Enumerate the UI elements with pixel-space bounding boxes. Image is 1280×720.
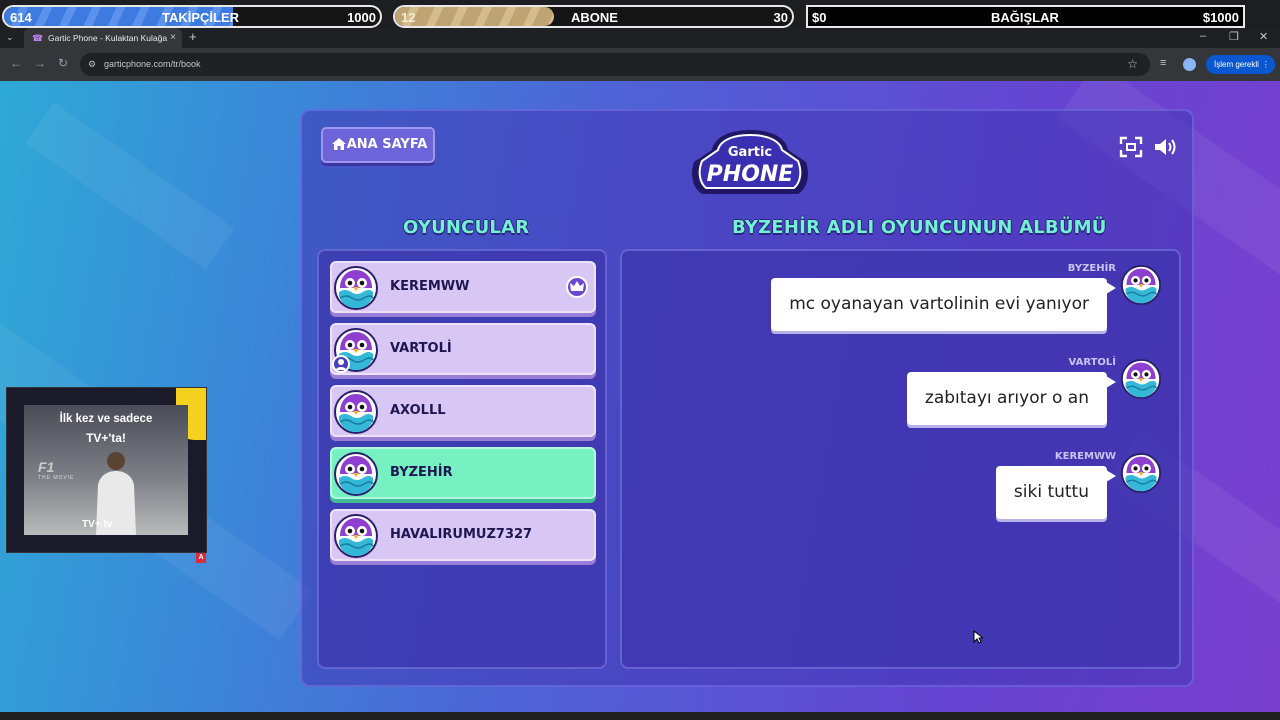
- bird-avatar-icon: [334, 266, 378, 310]
- minimize-icon[interactable]: –: [1200, 30, 1206, 42]
- donations-label: BAĞIŞLAR: [991, 10, 1059, 25]
- message-author: BYZEHİR: [1067, 263, 1116, 274]
- user-icon: [332, 355, 350, 373]
- message-bubble: mc oyanayan vartolinin evi yanıyor: [771, 278, 1116, 331]
- close-tab-icon[interactable]: ×: [170, 28, 176, 48]
- player-row[interactable]: KEREMWW: [330, 261, 596, 313]
- bookmark-star-icon[interactable]: ☆: [1127, 53, 1138, 76]
- player-row[interactable]: BYZEHİR: [330, 447, 596, 499]
- phone-favicon-icon: ☎: [32, 33, 44, 43]
- players-heading: OYUNCULAR: [403, 217, 530, 238]
- subscribers-count: 12: [401, 10, 416, 25]
- logo-phone-text: PHONE: [707, 162, 794, 187]
- bird-avatar-icon: [334, 514, 378, 558]
- followers-label: TAKİPÇİLER: [162, 10, 240, 25]
- message-author: VARTOLİ: [1068, 357, 1116, 368]
- tab-search-chevron-icon[interactable]: ⌄: [6, 32, 14, 43]
- action-required-label: İşlem gerekli: [1214, 60, 1259, 69]
- browser-toolbar: ← → ↻ ⚙ garticphone.com/tr/book ☆ ≡: [0, 48, 1280, 81]
- player-name: VARTOLİ: [390, 341, 452, 356]
- tab-title: Gartic Phone - Kulaktan Kulağa: [48, 33, 168, 43]
- player-row[interactable]: VARTOLİ: [330, 323, 596, 375]
- message-author: KEREMWW: [1054, 451, 1116, 462]
- restore-icon[interactable]: ❐: [1229, 30, 1239, 43]
- player-name: BYZEHİR: [390, 465, 453, 480]
- fullscreen-icon[interactable]: [1118, 135, 1144, 159]
- profile-avatar[interactable]: [1183, 58, 1196, 71]
- player-row[interactable]: HAVALIRUMUZ7327: [330, 509, 596, 561]
- bird-avatar-icon: [334, 390, 378, 434]
- f1-logo: F1: [38, 459, 55, 475]
- donations-goal: $1000: [1202, 10, 1239, 25]
- close-window-icon[interactable]: ✕: [1259, 30, 1268, 43]
- donations-goal-bar: $0 BAĞIŞLAR $1000: [806, 5, 1245, 28]
- bird-avatar-icon: [1121, 265, 1161, 305]
- followers-goal: 1000: [347, 10, 376, 25]
- bird-avatar-icon: [334, 452, 378, 496]
- ad-image: İlk kez ve sadece TV+'ta! F1 THE MOVIE T…: [24, 405, 188, 535]
- message-bubble: zabıtayı arıyor o an: [906, 372, 1117, 425]
- site-info-icon[interactable]: ⚙: [88, 53, 96, 76]
- sound-icon[interactable]: [1152, 135, 1178, 159]
- ad-badge: A: [196, 553, 206, 563]
- forward-icon[interactable]: →: [34, 56, 46, 70]
- media-controls-icon[interactable]: ≡: [1160, 57, 1166, 69]
- album-heading: BYZEHİR ADLI OYUNCUNUN ALBÜMÜ: [732, 217, 1107, 238]
- logo-gartic-text: Gartic: [728, 145, 772, 160]
- ad-brand: TV+ tv: [82, 519, 113, 530]
- gartic-phone-logo: Gartic PHONE: [692, 130, 808, 194]
- ad-subheadline: TV+'ta!: [86, 431, 126, 445]
- game-page: ANA SAYFA Gartic PHONE OYUNCULAR BYZEHİR…: [0, 81, 1280, 712]
- os-taskbar: [0, 712, 1280, 720]
- back-icon[interactable]: ←: [10, 56, 22, 70]
- subscribers-goal: 30: [773, 10, 788, 25]
- url-text: garticphone.com/tr/book: [104, 59, 201, 69]
- message-bubble: siki tuttu: [995, 466, 1117, 519]
- followers-count: 614: [10, 10, 32, 25]
- home-icon: [332, 138, 346, 150]
- mouse-cursor-icon: [973, 630, 983, 644]
- bird-avatar-icon: [1121, 453, 1161, 493]
- ad-headline: İlk kez ve sadece: [59, 413, 153, 425]
- player-row[interactable]: AXOLLL: [330, 385, 596, 437]
- players-list: KEREMWW VARTOLİ AXOLLL BYZEHİR HAVALIRUM…: [317, 249, 607, 669]
- action-required-button[interactable]: İşlem gerekli ⋮: [1206, 55, 1275, 74]
- bird-avatar-icon: [1121, 359, 1161, 399]
- subscribers-progress-fill: [395, 7, 554, 26]
- more-menu-icon[interactable]: ⋮: [1262, 55, 1270, 74]
- followers-goal-bar: 614 TAKİPÇİLER 1000: [2, 5, 382, 28]
- tab-gartic-phone[interactable]: ☎ Gartic Phone - Kulaktan Kulağa ×: [24, 28, 182, 48]
- address-bar[interactable]: ⚙ garticphone.com/tr/book ☆: [80, 53, 1150, 76]
- album-feed: BYZEHİR mc oyanayan vartolinin evi yanıyo…: [620, 249, 1181, 669]
- crown-icon: [566, 276, 588, 298]
- new-tab-icon[interactable]: +: [189, 29, 197, 44]
- tv-plus-ad[interactable]: İlk kez ve sadece TV+'ta! F1 THE MOVIE T…: [6, 387, 207, 563]
- reload-icon[interactable]: ↻: [58, 56, 68, 70]
- subscribers-label: ABONE: [571, 10, 618, 25]
- game-panel: ANA SAYFA Gartic PHONE OYUNCULAR BYZEHİR…: [300, 109, 1194, 687]
- screen: { "overlay": { "followers": {"current": …: [0, 0, 1280, 720]
- player-name: HAVALIRUMUZ7327: [390, 527, 533, 542]
- f1-movie-label: THE MOVIE: [38, 475, 75, 481]
- tab-strip: ⌄ ☎ Gartic Phone - Kulaktan Kulağa × + –…: [0, 28, 1280, 48]
- donations-current: $0: [812, 10, 827, 25]
- player-name: AXOLLL: [390, 403, 446, 418]
- subscribers-goal-bar: 12 ABONE 30: [393, 5, 794, 28]
- home-button[interactable]: ANA SAYFA: [321, 127, 435, 163]
- home-label: ANA SAYFA: [346, 137, 428, 152]
- player-name: KEREMWW: [390, 279, 470, 294]
